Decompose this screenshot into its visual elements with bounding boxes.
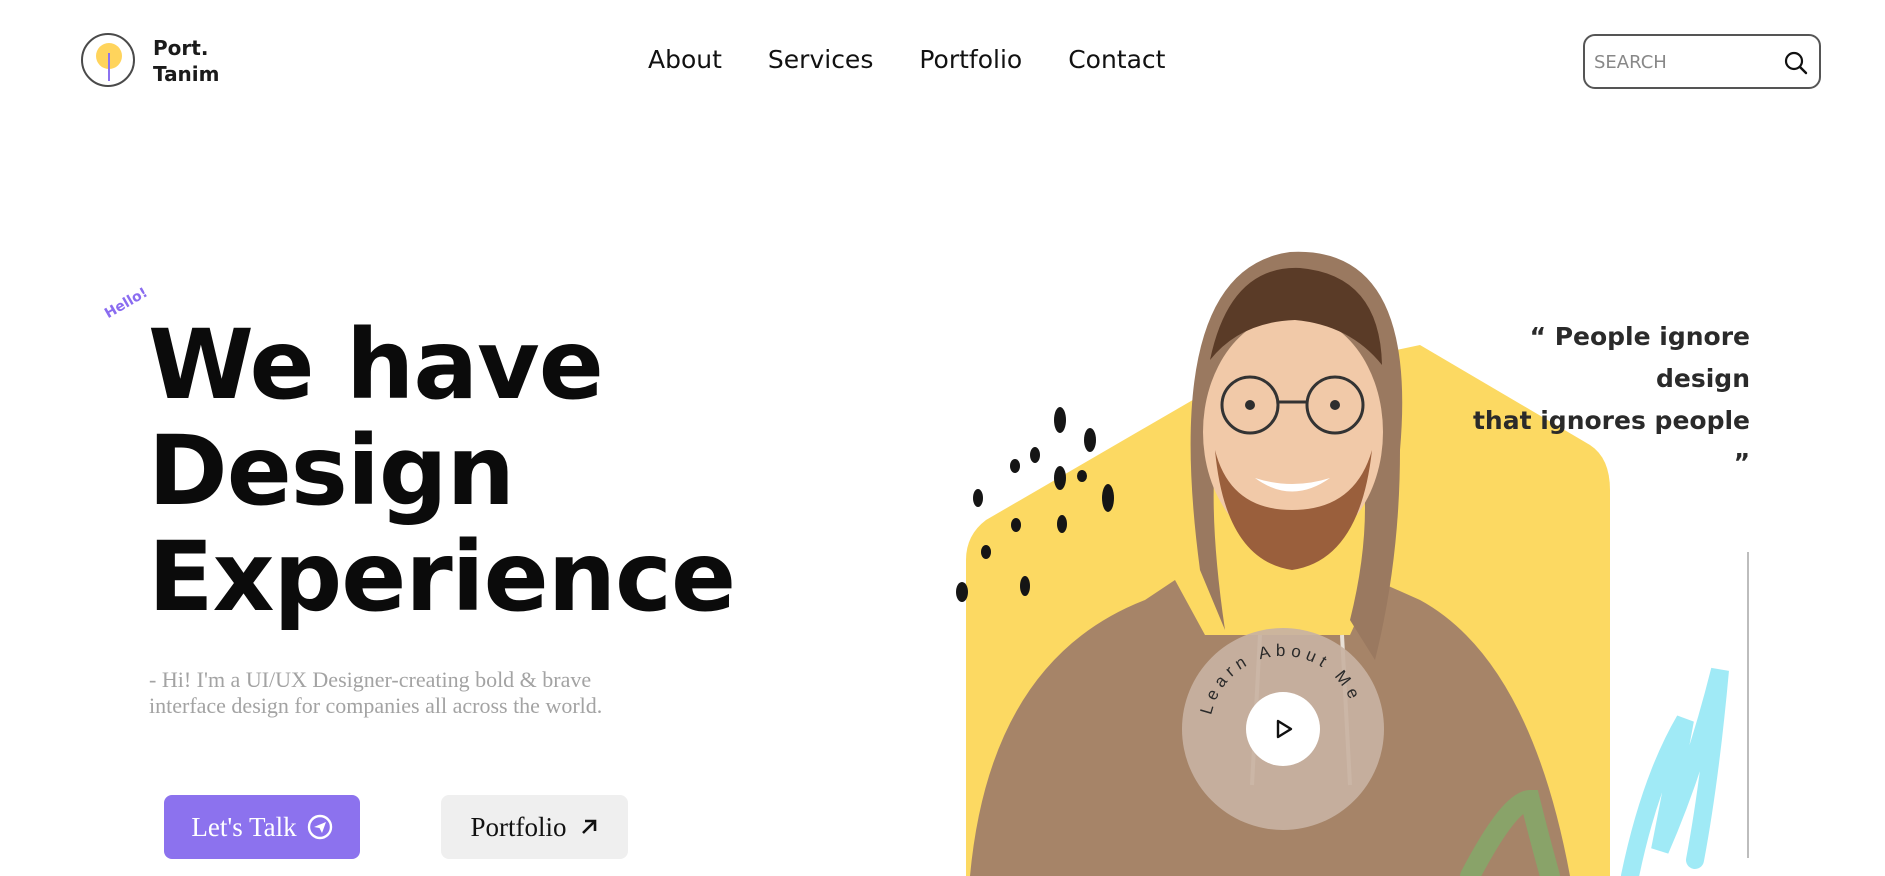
- portfolio-label: Portfolio: [470, 811, 567, 842]
- brand-name-line2: Tanim: [153, 62, 220, 86]
- brand-name: Port. Tanim: [153, 35, 220, 87]
- main-nav: About Services Portfolio Contact: [648, 45, 1165, 74]
- quote-line2: that ignores people ”: [1472, 406, 1750, 477]
- headline-line3: Experience: [148, 521, 736, 633]
- learn-about-me-badge[interactable]: Learn About Me: [1182, 628, 1384, 830]
- play-button[interactable]: [1246, 692, 1320, 766]
- hello-badge: Hello!: [102, 284, 151, 322]
- nav-contact[interactable]: Contact: [1068, 45, 1165, 74]
- quote-line1: “ People ignore design: [1529, 322, 1750, 393]
- nav-portfolio[interactable]: Portfolio: [919, 45, 1022, 74]
- blue-brush-stroke: [1621, 667, 1729, 876]
- headline-line2: Design: [148, 415, 515, 527]
- search-input[interactable]: [1592, 46, 1776, 78]
- search-box: [1583, 34, 1821, 89]
- hero-headline: We have Design Experience: [148, 309, 736, 633]
- send-icon: [307, 814, 332, 840]
- brand-name-line1: Port.: [153, 36, 209, 60]
- quote-text: “ People ignore design that ignores peop…: [1460, 316, 1750, 484]
- arrow-up-right-icon: [581, 819, 596, 834]
- portfolio-button[interactable]: Portfolio: [441, 795, 628, 859]
- nav-services[interactable]: Services: [768, 45, 873, 74]
- search-icon[interactable]: [1783, 50, 1809, 76]
- lets-talk-button[interactable]: Let's Talk: [164, 795, 360, 859]
- brand-logo[interactable]: Port. Tanim: [81, 33, 221, 93]
- headline-line1: We have: [148, 309, 604, 421]
- nav-about[interactable]: About: [648, 45, 722, 74]
- lets-talk-label: Let's Talk: [191, 811, 297, 842]
- hero-intro: - Hi! I'm a UI/UX Designer-creating bold…: [149, 667, 603, 718]
- play-icon: [1276, 719, 1293, 739]
- logo-mark-icon: [81, 33, 135, 87]
